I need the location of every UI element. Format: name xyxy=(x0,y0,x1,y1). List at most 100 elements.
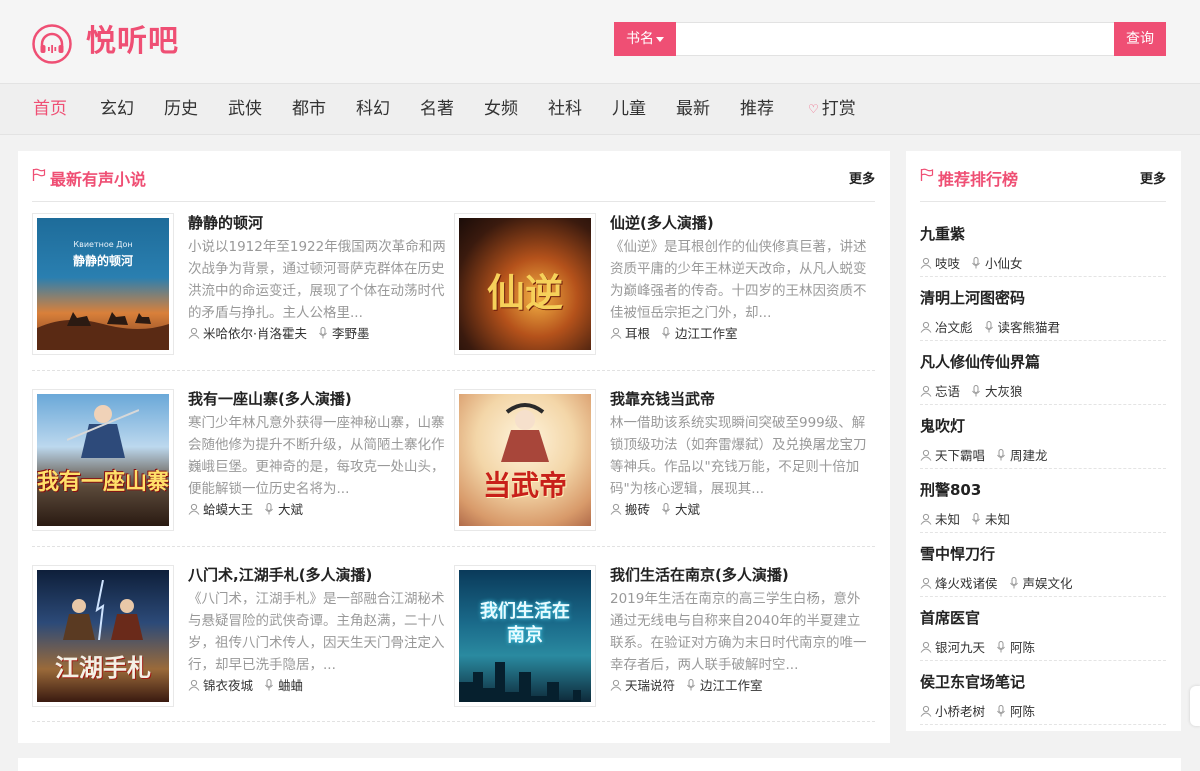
book-title[interactable]: 我有一座山寨(多人演播) xyxy=(188,389,352,409)
book-narrator[interactable]: 李野墨 xyxy=(332,326,370,341)
nav-item-latest[interactable]: 最新 xyxy=(676,84,710,135)
floating-side-tab[interactable] xyxy=(1190,686,1200,726)
ranking-title[interactable]: 侯卫东官场笔记 xyxy=(920,671,1025,692)
book-cover[interactable]: Квиетное Дон 静静的顿河 xyxy=(32,213,174,355)
book-cover[interactable]: 仙逆 xyxy=(454,213,596,355)
ranking-title[interactable]: 刑警803 xyxy=(920,479,981,500)
user-icon xyxy=(920,577,932,589)
book-author[interactable]: 耳根 xyxy=(625,326,650,341)
user-icon xyxy=(920,513,932,525)
ranking-narrator[interactable]: 阿陈 xyxy=(1010,640,1035,655)
nav-item-recommend[interactable]: 推荐 xyxy=(740,84,774,135)
nav-item-scifi[interactable]: 科幻 xyxy=(356,84,390,135)
ranking-author[interactable]: 银河九天 xyxy=(935,640,985,655)
book-cover[interactable]: 江湖手札 xyxy=(32,565,174,707)
book-author[interactable]: 蛤蟆大王 xyxy=(203,502,253,517)
book-author[interactable]: 搬砖 xyxy=(625,502,650,517)
book-cover[interactable]: 我有一座山寨 xyxy=(32,389,174,531)
book-author[interactable]: 天瑞说符 xyxy=(625,678,675,693)
search-button[interactable]: 查询 xyxy=(1114,22,1166,56)
microphone-icon xyxy=(972,513,980,525)
nav-item-home[interactable]: 首页 xyxy=(33,84,67,135)
headphones-logo-icon[interactable] xyxy=(32,24,72,64)
ranking-author[interactable]: 忘语 xyxy=(935,384,960,399)
microphone-icon xyxy=(997,705,1005,717)
user-icon xyxy=(920,385,932,397)
ranking-title[interactable]: 雪中悍刀行 xyxy=(920,543,995,564)
book-card: 江湖手札 八门术,江湖手札(多人演播) 《八门术，江湖手札》是一部融合江湖秘术与… xyxy=(32,565,450,715)
book-meta: 搬砖 大斌 xyxy=(610,501,700,519)
book-title[interactable]: 我靠充钱当武帝 xyxy=(610,389,715,409)
character-illustration-icon xyxy=(501,403,549,462)
more-link[interactable]: 更多 xyxy=(1140,168,1166,187)
cover-image: 我们生活在南京 xyxy=(459,570,591,702)
cover-title-text: 当武帝 xyxy=(482,469,567,502)
book-title[interactable]: 仙逆(多人演播) xyxy=(610,213,714,233)
ranking-title[interactable]: 凡人修仙传仙界篇 xyxy=(920,351,1040,372)
search-input[interactable] xyxy=(676,22,1114,56)
ranking-narrator[interactable]: 声娱文化 xyxy=(1023,576,1073,591)
ranking-author[interactable]: 未知 xyxy=(935,512,960,527)
nav-item-social[interactable]: 社科 xyxy=(548,84,582,135)
microphone-icon xyxy=(265,503,273,515)
heart-icon: ♡ xyxy=(808,102,819,116)
nav-item-urban[interactable]: 都市 xyxy=(292,84,326,135)
ranking-title[interactable]: 清明上河图密码 xyxy=(920,287,1025,308)
row-divider xyxy=(32,546,875,547)
book-description: 小说以1912年至1922年俄国两次革命和两次战争为背景，通过顿河哥萨克群体在历… xyxy=(188,239,446,321)
ranking-author[interactable]: 冶文彪 xyxy=(935,320,973,335)
book-description: 寒门少年林凡意外获得一座神秘山寨，山寨会随他修为提升不断升级，从简陋土寨化作巍峨… xyxy=(188,415,445,497)
ranking-title[interactable]: 首席医官 xyxy=(920,607,980,628)
cover-image: Квиетное Дон 静静的顿河 xyxy=(37,218,169,350)
ranking-narrator[interactable]: 读客熊猫君 xyxy=(998,320,1061,335)
nav-item-children[interactable]: 儿童 xyxy=(612,84,646,135)
nav-item-wuxia[interactable]: 武侠 xyxy=(228,84,262,135)
ranking-narrator[interactable]: 大灰狼 xyxy=(985,384,1023,399)
ranking-narrator[interactable]: 小仙女 xyxy=(985,256,1023,271)
ranking-meta: 小桥老树 阿陈 xyxy=(920,701,1035,720)
more-link[interactable]: 更多 xyxy=(849,168,875,187)
site-name[interactable]: 悦听吧 xyxy=(86,20,179,64)
book-narrator[interactable]: 边江工作室 xyxy=(675,326,738,341)
nav-item-xuanhuan[interactable]: 玄幻 xyxy=(100,84,134,135)
ranking-panel: 推荐排行榜 更多 九重紫 吱吱 小仙女 清明上河图密码 冶文彪 读客熊猫君 凡人… xyxy=(906,151,1181,731)
microphone-icon xyxy=(997,449,1005,461)
book-narrator[interactable]: 大斌 xyxy=(675,502,700,517)
nav-item-history[interactable]: 历史 xyxy=(164,84,198,135)
book-cover[interactable]: 当武帝 xyxy=(454,389,596,531)
ranking-author[interactable]: 小桥老树 xyxy=(935,704,985,719)
panel-title: 最新有声小说 xyxy=(50,170,147,189)
nav-item-donate-label: 打赏 xyxy=(821,99,856,119)
book-card: Квиетное Дон 静静的顿河 静静的顿河 小说以1912年至1922年俄… xyxy=(32,213,450,363)
book-title[interactable]: 八门术,江湖手札(多人演播) xyxy=(188,565,372,585)
nav-item-female[interactable]: 女频 xyxy=(484,84,518,135)
nav-item-donate[interactable]: ♡ 打赏 xyxy=(808,84,856,135)
nav-item-classics[interactable]: 名著 xyxy=(420,84,454,135)
ranking-title[interactable]: 鬼吹灯 xyxy=(920,415,965,436)
ranking-title[interactable]: 九重紫 xyxy=(920,223,965,244)
user-icon xyxy=(610,679,622,691)
ranking-meta: 冶文彪 读客熊猫君 xyxy=(920,317,1060,336)
book-title[interactable]: 静静的顿河 xyxy=(188,213,263,233)
book-narrator[interactable]: 大斌 xyxy=(278,502,303,517)
cover-image: 仙逆 xyxy=(459,218,591,350)
microphone-icon xyxy=(997,641,1005,653)
book-card: 我有一座山寨 我有一座山寨(多人演播) 寒门少年林凡意外获得一座神秘山寨，山寨会… xyxy=(32,389,450,539)
ranking-narrator[interactable]: 周建龙 xyxy=(1010,448,1048,463)
book-narrator[interactable]: 边江工作室 xyxy=(700,678,763,693)
book-title[interactable]: 我们生活在南京(多人演播) xyxy=(610,565,789,585)
ranking-author[interactable]: 吱吱 xyxy=(935,256,960,271)
search-category-dropdown[interactable]: 书名 xyxy=(614,22,676,56)
book-narrator[interactable]: 蛐蛐 xyxy=(278,678,303,693)
book-author[interactable]: 米哈依尔·肖洛霍夫 xyxy=(203,326,307,341)
book-cover[interactable]: 我们生活在南京 xyxy=(454,565,596,707)
user-icon xyxy=(188,679,200,691)
ranking-item: 刑警803 未知 未知 xyxy=(920,469,1166,533)
ranking-narrator[interactable]: 阿陈 xyxy=(1010,704,1035,719)
ranking-author[interactable]: 天下霸唱 xyxy=(935,448,985,463)
book-author[interactable]: 锦衣夜城 xyxy=(203,678,253,693)
flag-icon xyxy=(920,168,934,181)
user-icon xyxy=(188,503,200,515)
ranking-author[interactable]: 烽火戏诸侯 xyxy=(935,576,998,591)
ranking-narrator[interactable]: 未知 xyxy=(985,512,1010,527)
